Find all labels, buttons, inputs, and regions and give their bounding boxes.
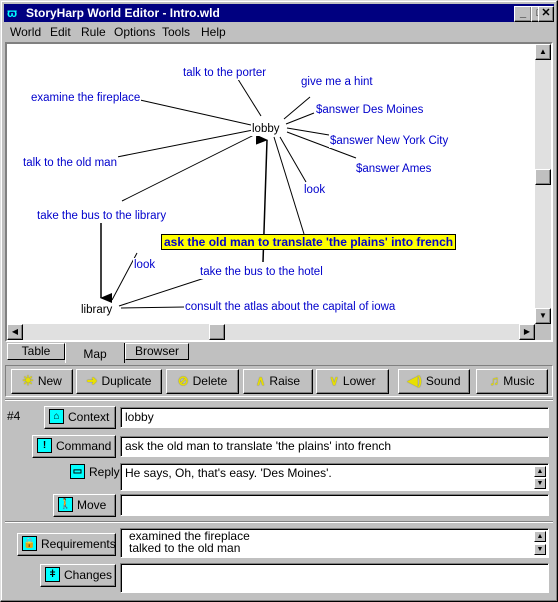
- scroll-corner: [535, 324, 551, 340]
- command-field[interactable]: ask the old man to translate 'the plains…: [120, 436, 549, 457]
- command-node[interactable]: $answer Des Moines: [315, 103, 425, 117]
- reply-label[interactable]: ▭ Reply: [70, 464, 120, 480]
- chevron-up-icon: ∧: [255, 373, 266, 388]
- menu-edit[interactable]: Edit: [50, 25, 71, 39]
- link-look-lobby: [279, 136, 307, 183]
- duplicate-button[interactable]: ➜ Duplicate: [76, 369, 162, 394]
- command-node[interactable]: talk to the porter: [182, 66, 268, 80]
- link-talk-porter: [235, 75, 262, 117]
- command-node[interactable]: talk to the old man: [22, 156, 118, 170]
- context-button[interactable]: ⌂ Context: [44, 406, 116, 429]
- rule-number: #4: [7, 409, 21, 423]
- music-button[interactable]: ♫ Music: [476, 369, 548, 394]
- tab-browser[interactable]: Browser: [125, 343, 189, 360]
- menu-rule[interactable]: Rule: [81, 25, 106, 39]
- context-node[interactable]: lobby: [251, 122, 281, 136]
- raise-button[interactable]: ∧ Raise: [243, 369, 313, 394]
- window-title: StoryHarp World Editor - Intro.wld: [26, 6, 220, 20]
- link-translate: [273, 136, 305, 235]
- vertical-scrollbar[interactable]: ▲ ▼: [535, 44, 551, 324]
- command-node[interactable]: take the bus to the hotel: [199, 265, 324, 279]
- command-node[interactable]: look: [133, 258, 157, 272]
- arrow-right-icon: ➜: [86, 373, 98, 388]
- music-notes-icon: ♫: [489, 373, 500, 388]
- changes-button[interactable]: ǂ Changes: [40, 564, 116, 587]
- speech-bubble-icon: ▭: [70, 464, 85, 480]
- scroll-down-button[interactable]: ▼: [535, 308, 551, 324]
- horizontal-scrollbar[interactable]: ◀ ▶: [7, 324, 535, 340]
- lower-button[interactable]: ∨ Lower: [316, 369, 389, 394]
- context-field[interactable]: lobby: [120, 407, 549, 428]
- app-window: ϖ StoryHarp World Editor - Intro.wld _ □…: [0, 0, 558, 602]
- command-button[interactable]: ! Command: [32, 435, 116, 458]
- menu-options[interactable]: Options: [114, 25, 155, 39]
- speaker-icon: ◀): [407, 373, 422, 388]
- requirements-button[interactable]: 🔒 Requirements: [17, 533, 116, 556]
- tab-map[interactable]: Map: [65, 343, 125, 363]
- vertical-scroll-thumb[interactable]: [535, 169, 551, 185]
- map-links: [100, 75, 357, 309]
- link-ans-dm: [285, 112, 315, 125]
- horizontal-scroll-thumb[interactable]: [209, 324, 225, 340]
- title-bar: ϖ StoryHarp World Editor - Intro.wld _ □…: [4, 4, 554, 22]
- scroll-left-button[interactable]: ◀: [7, 324, 23, 340]
- link-atlas: [120, 306, 186, 309]
- lightbulb-icon: ☀: [22, 373, 34, 388]
- reply-scroll-down[interactable]: ▼: [534, 478, 546, 489]
- map-view: talk to the porter give me a hint examin…: [5, 42, 553, 342]
- tab-table[interactable]: Table: [7, 343, 65, 360]
- sound-button[interactable]: ◀) Sound: [398, 369, 470, 394]
- command-node[interactable]: examine the fireplace: [30, 91, 142, 105]
- command-node[interactable]: look: [303, 183, 327, 197]
- link-bus-library: [121, 133, 257, 202]
- delete-button[interactable]: ⊘ Delete: [166, 369, 239, 394]
- menu-help[interactable]: Help: [201, 25, 226, 39]
- key-icon: ǂ: [45, 567, 60, 583]
- walking-person-icon: 🚶: [58, 497, 73, 513]
- changes-field[interactable]: [120, 563, 549, 593]
- reply-field[interactable]: He says, Oh, that's easy. 'Des Moines'. …: [120, 463, 549, 491]
- rule-toolbar: ☀ New ➜ Duplicate ⊘ Delete ∧ Raise ∨ Lower ◀)…: [5, 365, 553, 397]
- move-button[interactable]: 🚶 Move: [53, 494, 116, 517]
- requirement-item: talked to the old man: [129, 541, 241, 555]
- scroll-right-button[interactable]: ▶: [519, 324, 535, 340]
- view-tabs: Table Map Browser: [5, 343, 553, 365]
- chevron-down-icon: ∨: [329, 373, 339, 388]
- move-field[interactable]: [120, 494, 549, 516]
- new-button[interactable]: ☀ New: [11, 369, 73, 394]
- padlock-icon: 🔒: [22, 536, 37, 552]
- command-node[interactable]: give me a hint: [300, 75, 374, 89]
- close-button[interactable]: ✕: [538, 6, 554, 22]
- requirements-field[interactable]: examined the fireplace talked to the old…: [120, 528, 549, 558]
- context-node[interactable]: library: [80, 303, 114, 317]
- command-node[interactable]: consult the atlas about the capital of i…: [184, 300, 397, 314]
- requirements-scroll-down[interactable]: ▼: [534, 544, 546, 555]
- scroll-up-button[interactable]: ▲: [535, 44, 551, 60]
- menu-bar: World Edit Rule Options Tools Help: [4, 23, 554, 41]
- house-icon: ⌂: [49, 409, 64, 425]
- menu-world[interactable]: World: [10, 25, 41, 39]
- link-fireplace: [139, 99, 252, 126]
- harp-icon: ϖ: [7, 6, 18, 20]
- requirements-scroll-up[interactable]: ▲: [534, 531, 546, 542]
- exclamation-icon: !: [37, 438, 52, 454]
- section-divider: [5, 521, 553, 523]
- command-node[interactable]: $answer New York City: [329, 134, 450, 148]
- command-node[interactable]: $answer Ames: [355, 162, 433, 176]
- no-sign-icon: ⊘: [177, 373, 189, 388]
- menu-tools[interactable]: Tools: [162, 25, 190, 39]
- selected-command-node[interactable]: ask the old man to translate 'the plains…: [161, 234, 457, 250]
- link-old-man: [116, 129, 254, 158]
- reply-scroll-up[interactable]: ▲: [534, 466, 546, 477]
- map-canvas[interactable]: talk to the porter give me a hint examin…: [7, 44, 535, 324]
- minimize-button[interactable]: _: [514, 6, 532, 22]
- command-node[interactable]: take the bus to the library: [36, 209, 168, 223]
